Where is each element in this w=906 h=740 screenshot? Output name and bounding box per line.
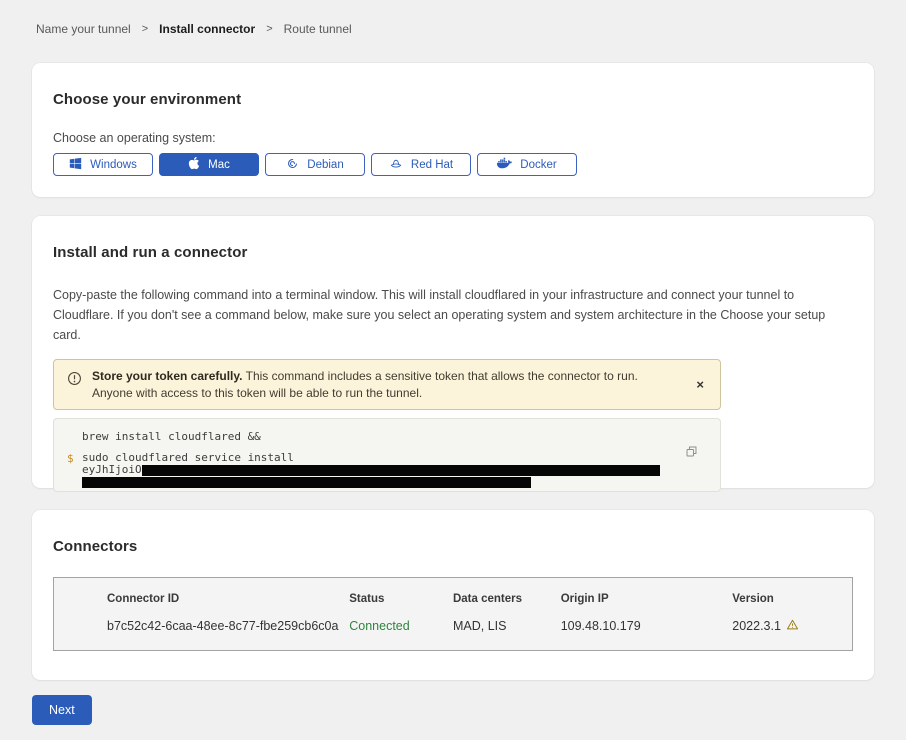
column-header-origin-ip: Origin IP <box>561 591 733 605</box>
token-warning-text: Store your token carefully. This command… <box>82 367 692 402</box>
column-header-status: Status <box>349 591 453 605</box>
card-title-choose-environment: Choose your environment <box>53 91 853 108</box>
connector-id-cell: b7c52c42-6caa-48ee-8c77-fbe259cb6c0a <box>54 615 349 633</box>
status-badge: Connected <box>349 615 453 633</box>
version-value: 2022.3.1 <box>732 619 781 633</box>
tunnel-setup-page: Name your tunnel > Install connector > R… <box>0 0 906 725</box>
next-button[interactable]: Next <box>32 695 92 725</box>
token-warning-title: Store your token carefully. <box>92 369 243 383</box>
install-command-code-block: brew install cloudflared && $ sudo cloud… <box>53 418 721 492</box>
token-warning-banner: Store your token carefully. This command… <box>53 359 721 410</box>
redhat-logo-icon <box>389 157 403 173</box>
os-button-label: Docker <box>520 159 556 171</box>
os-button-redhat[interactable]: Red Hat <box>371 153 471 176</box>
connector-table-row: b7c52c42-6caa-48ee-8c77-fbe259cb6c0a Con… <box>54 614 852 634</box>
shell-prompt: $ <box>67 452 74 465</box>
choose-environment-card: Choose your environment Choose an operat… <box>32 63 874 197</box>
token-prefix: eyJhIjoiO <box>82 464 142 476</box>
redacted-token-bar <box>82 477 531 488</box>
data-centers-cell: MAD, LIS <box>453 615 561 633</box>
code-line-brew: brew install cloudflared && <box>82 431 660 443</box>
breadcrumb-separator: > <box>142 23 148 35</box>
windows-logo-icon <box>69 157 82 173</box>
connectors-card: Connectors Connector ID Status Data cent… <box>32 510 874 680</box>
connectors-table-header: Connector ID Status Data centers Origin … <box>54 591 852 614</box>
os-button-label: Windows <box>90 159 137 171</box>
install-connector-card: Install and run a connector Copy-paste t… <box>32 216 874 488</box>
code-line-token: eyJhIjoiO <box>82 464 660 476</box>
breadcrumb-install-connector[interactable]: Install connector <box>159 22 255 36</box>
os-select-label: Choose an operating system: <box>53 131 853 145</box>
copy-icon[interactable] <box>685 445 698 458</box>
os-button-debian[interactable]: Debian <box>265 153 365 176</box>
info-alert-icon <box>67 371 82 391</box>
os-button-windows[interactable]: Windows <box>53 153 153 176</box>
close-icon[interactable]: × <box>692 376 708 393</box>
install-description: Copy-paste the following command into a … <box>53 285 853 345</box>
docker-logo-icon <box>497 157 512 172</box>
code-line-install: sudo cloudflared service install <box>82 452 660 464</box>
debian-logo-icon <box>286 157 299 173</box>
breadcrumb: Name your tunnel > Install connector > R… <box>36 22 870 36</box>
redacted-token-bar <box>142 465 660 476</box>
card-title-connectors: Connectors <box>53 538 853 555</box>
warning-triangle-icon <box>786 618 799 634</box>
card-title-install-connector: Install and run a connector <box>53 244 853 261</box>
column-header-connector-id: Connector ID <box>54 591 349 605</box>
code-line-token-continued <box>82 476 660 488</box>
column-header-data-centers: Data centers <box>453 591 561 605</box>
column-header-version: Version <box>732 591 852 605</box>
os-button-label: Red Hat <box>411 159 453 171</box>
version-cell: 2022.3.1 <box>732 614 852 634</box>
os-button-mac[interactable]: Mac <box>159 153 259 176</box>
os-button-label: Debian <box>307 159 343 171</box>
apple-logo-icon <box>188 156 200 173</box>
os-button-group: Windows Mac Debian Red Hat <box>53 153 853 176</box>
origin-ip-cell: 109.48.10.179 <box>561 615 733 633</box>
os-button-label: Mac <box>208 159 230 171</box>
breadcrumb-name-your-tunnel[interactable]: Name your tunnel <box>36 22 131 36</box>
breadcrumb-route-tunnel[interactable]: Route tunnel <box>284 22 352 36</box>
connectors-table: Connector ID Status Data centers Origin … <box>53 577 853 651</box>
breadcrumb-separator: > <box>266 23 272 35</box>
os-button-docker[interactable]: Docker <box>477 153 577 176</box>
